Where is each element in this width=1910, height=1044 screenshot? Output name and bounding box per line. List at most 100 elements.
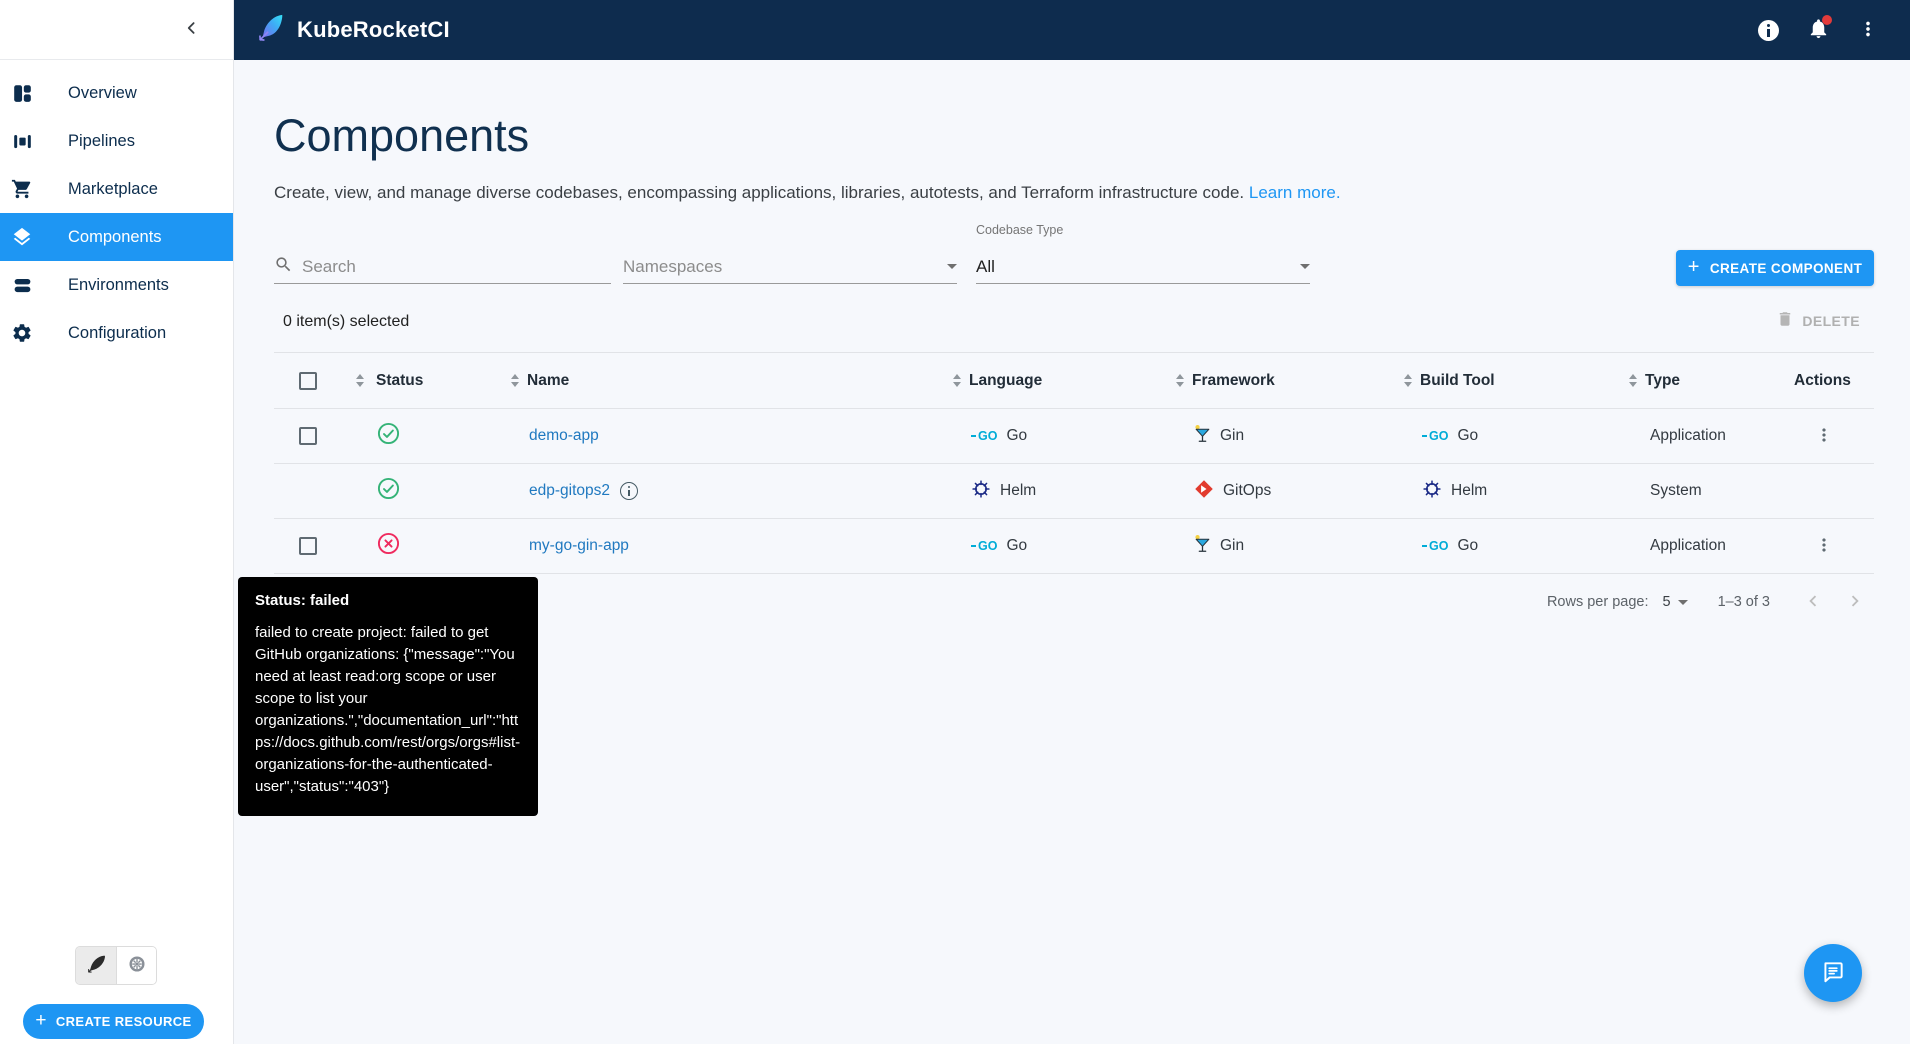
column-header-framework[interactable]: Framework	[1192, 372, 1275, 390]
sidebar-item-marketplace[interactable]: Marketplace	[0, 165, 233, 213]
gin-icon	[1194, 424, 1211, 448]
main-content: Components Create, view, and manage dive…	[234, 60, 1910, 1044]
build-tool-value: Go	[1457, 537, 1478, 555]
info-outline-icon[interactable]	[620, 482, 638, 500]
column-header-build-tool[interactable]: Build Tool	[1420, 372, 1495, 390]
page-next-icon	[1844, 590, 1866, 615]
sidebar-collapse-button[interactable]	[173, 12, 209, 48]
row-checkbox[interactable]	[299, 427, 317, 445]
page-description: Create, view, and manage diverse codebas…	[274, 183, 1341, 203]
row-actions-button[interactable]	[1809, 421, 1839, 451]
kebab-menu-icon	[1814, 425, 1834, 448]
type-value: Application	[1650, 537, 1726, 555]
select-all-checkbox[interactable]	[299, 372, 317, 390]
sidebar-item-label: Marketplace	[68, 180, 158, 199]
column-header-status[interactable]: Status	[376, 372, 423, 390]
sidebar-item-environments[interactable]: Environments	[0, 261, 233, 309]
sidebar-item-overview[interactable]: Overview	[0, 69, 233, 117]
codebase-type-select[interactable]: All	[976, 250, 1310, 284]
brand: KubeRocketCI	[256, 12, 450, 49]
delete-label: DELETE	[1802, 313, 1860, 329]
column-header-name[interactable]: Name	[527, 372, 569, 390]
create-component-label: CREATE COMPONENT	[1710, 261, 1862, 276]
feather-logo-icon	[256, 12, 286, 49]
environments-icon	[10, 273, 34, 297]
tooltip-title: Status: failed	[255, 592, 521, 609]
component-link[interactable]: my-go-gin-app	[529, 537, 629, 555]
namespaces-select[interactable]: Namespaces	[623, 250, 957, 284]
codebase-type-label: Codebase Type	[976, 223, 1063, 237]
create-component-button[interactable]: + CREATE COMPONENT	[1676, 250, 1874, 286]
sidebar-item-label: Components	[68, 228, 162, 247]
create-resource-label: CREATE RESOURCE	[56, 1014, 192, 1029]
info-button[interactable]	[1748, 10, 1788, 50]
sort-icon[interactable]	[1404, 374, 1412, 387]
type-value: Application	[1650, 427, 1726, 445]
kebab-menu-icon	[1814, 535, 1834, 558]
sidebar-item-label: Configuration	[68, 324, 166, 343]
trash-icon	[1776, 310, 1794, 331]
dropdown-caret-icon	[947, 264, 957, 269]
create-resource-button[interactable]: + CREATE RESOURCE	[23, 1004, 204, 1039]
components-table: Status Name Language Framework Build Too…	[274, 352, 1874, 574]
error-circle-icon[interactable]	[377, 532, 400, 560]
notifications-button[interactable]	[1798, 10, 1838, 50]
sidebar-header	[0, 0, 233, 60]
column-header-language[interactable]: Language	[969, 372, 1042, 390]
sidebar-item-components[interactable]: Components	[0, 213, 233, 261]
namespaces-placeholder: Namespaces	[623, 257, 722, 277]
component-link[interactable]: demo-app	[529, 427, 599, 445]
page-description-text: Create, view, and manage diverse codebas…	[274, 183, 1244, 202]
column-header-actions: Actions	[1794, 372, 1851, 390]
selected-count: 0 item(s) selected	[283, 313, 409, 331]
column-header-type[interactable]: Type	[1645, 372, 1680, 390]
type-value: System	[1650, 482, 1702, 500]
pipelines-icon	[10, 129, 34, 153]
dropdown-caret-icon	[1300, 264, 1310, 269]
sort-icon[interactable]	[1629, 374, 1637, 387]
rows-per-page-select[interactable]: 5	[1663, 594, 1688, 610]
learn-more-link[interactable]: Learn more.	[1249, 183, 1341, 202]
page-prev-icon	[1802, 590, 1824, 615]
search-input[interactable]	[302, 257, 582, 277]
rows-per-page-label: Rows per page:	[1547, 594, 1649, 610]
helm-icon	[971, 479, 991, 504]
framework-value: GitOps	[1223, 482, 1271, 500]
pagination-range: 1–3 of 3	[1718, 594, 1770, 610]
tooltip-body: failed to create project: failed to get …	[255, 622, 521, 798]
cart-icon	[10, 177, 34, 201]
previous-page-button[interactable]	[1798, 587, 1828, 617]
go-icon: GO	[1422, 429, 1448, 443]
feather-toggle-icon	[85, 953, 107, 978]
chat-fab-button[interactable]	[1804, 944, 1862, 1002]
sort-icon[interactable]	[511, 374, 519, 387]
sort-icon[interactable]	[1176, 374, 1184, 387]
go-icon: GO	[1422, 539, 1448, 553]
feather-theme-button[interactable]	[76, 947, 116, 984]
chevron-left-icon	[182, 19, 200, 40]
row-actions-button[interactable]	[1809, 531, 1839, 561]
topbar-actions	[1748, 10, 1888, 50]
overflow-menu-button[interactable]	[1848, 10, 1888, 50]
sidebar-item-configuration[interactable]: Configuration	[0, 309, 233, 357]
sort-icon[interactable]	[953, 374, 961, 387]
sort-icon[interactable]	[356, 374, 364, 387]
component-link[interactable]: edp-gitops2	[529, 482, 610, 500]
table-row: my-go-gin-app GO Go Gin GO Go Applicatio…	[274, 519, 1874, 574]
framework-value: Gin	[1220, 537, 1244, 555]
kubernetes-wheel-icon	[126, 953, 148, 978]
sidebar-item-label: Environments	[68, 276, 169, 295]
row-checkbox[interactable]	[299, 537, 317, 555]
logo-theme-toggle	[75, 946, 157, 985]
pagination: Rows per page: 5 1–3 of 3	[1547, 587, 1870, 617]
kubernetes-theme-button[interactable]	[116, 947, 156, 984]
page-title: Components	[274, 110, 529, 162]
layers-icon	[10, 225, 34, 249]
sidebar-item-pipelines[interactable]: Pipelines	[0, 117, 233, 165]
notification-badge	[1822, 15, 1832, 25]
delete-button[interactable]: DELETE	[1776, 310, 1860, 331]
check-circle-icon	[377, 477, 400, 505]
plus-icon: +	[1688, 257, 1700, 277]
next-page-button[interactable]	[1840, 587, 1870, 617]
plus-icon: +	[35, 1011, 47, 1030]
